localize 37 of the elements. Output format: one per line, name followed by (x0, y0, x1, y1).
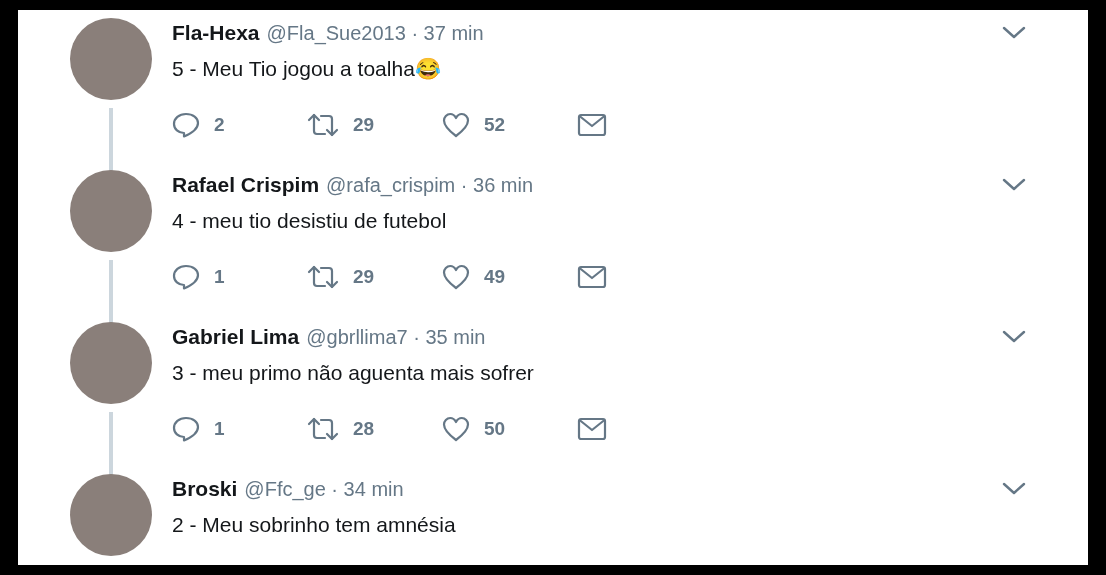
chevron-down-icon (1002, 330, 1026, 344)
reply-button[interactable]: 1 (172, 416, 307, 442)
tweet-text: 4 - meu tio desistiu de futebol (172, 209, 448, 233)
display-name[interactable]: Rafael Crispim (172, 173, 320, 197)
heart-icon (442, 112, 470, 138)
envelope-icon (577, 417, 607, 441)
handle-and-time: @rafa_crispim · 36 min (326, 173, 534, 197)
like-button[interactable]: 49 (442, 264, 577, 290)
heart-icon (442, 416, 470, 442)
chevron-down-icon (1002, 178, 1026, 192)
envelope-icon (577, 113, 607, 137)
handle-and-time: @gbrllima7 · 35 min (306, 325, 486, 349)
display-name[interactable]: Broski (172, 477, 238, 501)
tweet-text: 5 - Meu Tio jogou a toalha😂 (172, 57, 442, 81)
speech-bubble-icon (172, 416, 200, 442)
retweet-button[interactable]: 29 (307, 264, 442, 290)
retweet-icon (307, 417, 339, 441)
retweet-icon (307, 265, 339, 289)
handle-and-time: @Fla_Sue2013 · 37 min (266, 21, 484, 45)
speech-bubble-icon (172, 264, 200, 290)
retweet-button[interactable]: 28 (307, 416, 442, 442)
reply-button[interactable]: 2 (172, 112, 307, 138)
like-button[interactable]: 52 (442, 112, 577, 138)
tweet-text: 3 - meu primo não aguenta mais sofrer (172, 361, 535, 385)
speech-bubble-icon (172, 112, 200, 138)
chevron-down-icon (1002, 26, 1026, 40)
tweet-text: 2 - Meu sobrinho tem amnésia (172, 513, 457, 537)
display-name[interactable]: Fla-Hexa (172, 21, 260, 45)
envelope-icon (577, 265, 607, 289)
retweet-button[interactable]: 29 (307, 112, 442, 138)
handle-and-time: @Ffc_ge · 34 min (244, 477, 404, 501)
reply-button[interactable]: 1 (172, 264, 307, 290)
chevron-down-icon (1002, 482, 1026, 496)
display-name[interactable]: Gabriel Lima (172, 325, 300, 349)
heart-icon (442, 264, 470, 290)
like-button[interactable]: 50 (442, 416, 577, 442)
retweet-icon (307, 113, 339, 137)
